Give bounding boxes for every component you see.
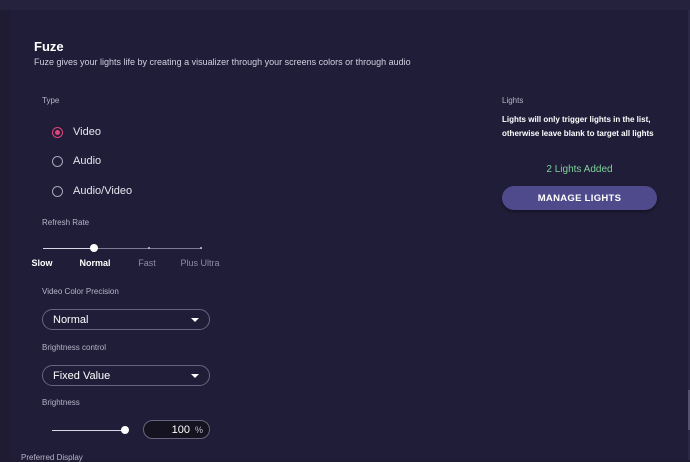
video-color-precision-label: Video Color Precision [42,287,119,296]
refresh-rate-thumb[interactable] [90,244,98,252]
lights-label: Lights [502,96,524,105]
lights-description: Lights will only trigger lights in the l… [502,115,654,138]
refresh-rate-tick [200,247,202,249]
radio-audio-label: Audio [73,155,102,167]
brightness-unit: % [194,424,203,435]
brightness-control-label: Brightness control [42,343,107,352]
brightness-input[interactable]: 100 % [143,420,210,439]
radio-video[interactable]: Video [52,123,172,141]
radio-selected-icon [52,126,63,138]
refresh-step-plus-ultra[interactable]: Plus Ultra [170,258,230,268]
settings-panel [10,10,688,460]
radio-audio-video-label: Audio/Video [73,185,133,197]
radio-video-label: Video [73,126,101,138]
refresh-rate-label: Refresh Rate [42,218,90,227]
radio-unselected-icon [52,155,63,167]
radio-audio-video[interactable]: Audio/Video [52,182,172,200]
page-title: Fuze [34,39,64,54]
chevron-down-icon [191,317,199,322]
refresh-step-normal[interactable]: Normal [70,258,120,268]
brightness-label: Brightness [42,398,80,407]
refresh-rate-tick [148,247,150,249]
brightness-track-filled [52,430,126,431]
type-label: Type [42,96,60,105]
page-subtitle: Fuze gives your lights life by creating … [34,57,411,67]
preferred-display-label: Preferred Display [21,453,83,462]
brightness-control-value: Fixed Value [53,369,111,382]
brightness-control-select[interactable]: Fixed Value [42,365,210,386]
refresh-step-slow[interactable]: Slow [22,258,62,268]
refresh-rate-track-filled [43,248,95,249]
video-color-precision-select[interactable]: Normal [42,309,210,330]
brightness-value: 100 [171,423,190,436]
refresh-step-fast[interactable]: Fast [127,258,167,268]
radio-audio[interactable]: Audio [52,152,172,170]
radio-unselected-icon [52,185,63,197]
manage-lights-button[interactable]: MANAGE LIGHTS [502,186,657,210]
lights-count: 2 Lights Added [546,164,613,175]
chevron-down-icon [191,373,199,378]
top-strip [0,0,690,10]
video-color-precision-value: Normal [53,313,89,326]
brightness-thumb[interactable] [121,426,129,434]
